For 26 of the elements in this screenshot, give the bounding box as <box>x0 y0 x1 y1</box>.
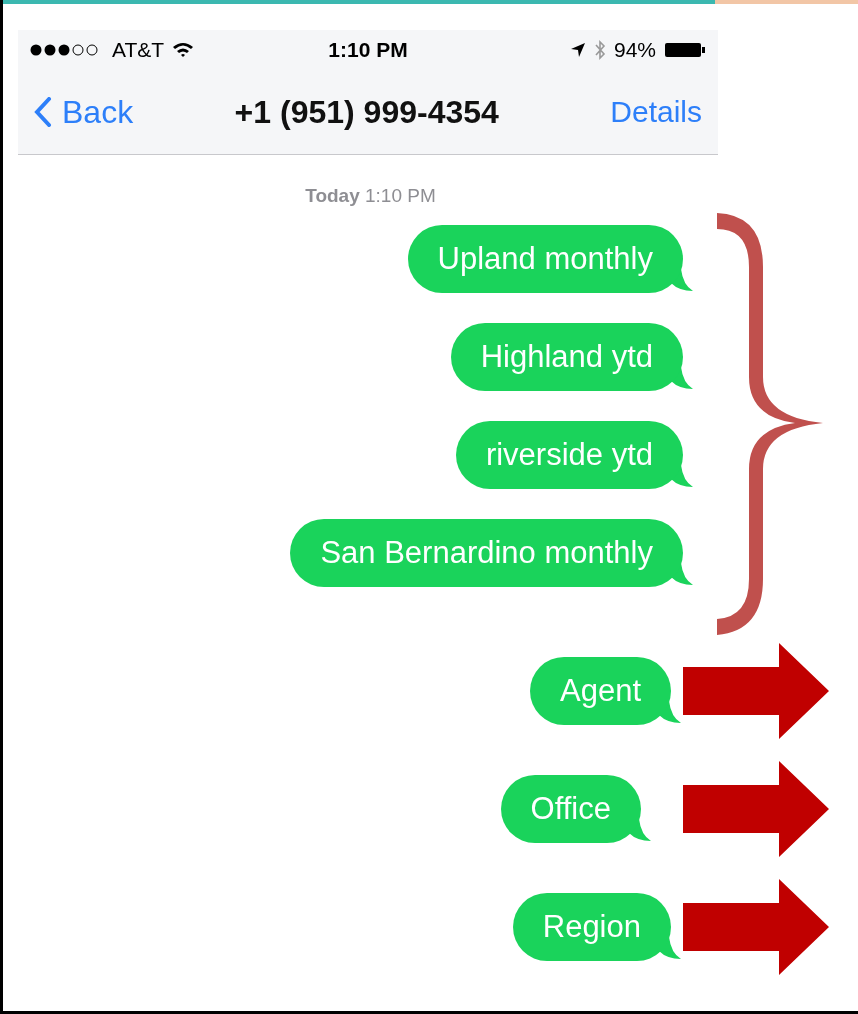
battery-icon <box>664 41 706 59</box>
bluetooth-icon <box>593 40 606 60</box>
message-bubble: Region <box>512 893 671 961</box>
message-bubble: Agent <box>530 657 671 725</box>
bubble-tail <box>629 819 653 843</box>
bubble-tail <box>671 563 695 587</box>
contact-number: +1 (951) 999-4354 <box>234 93 499 131</box>
message-bubble: Office <box>500 775 641 843</box>
location-arrow-icon <box>569 42 586 58</box>
message-bubble: San Bernardino monthly <box>290 519 683 587</box>
back-button[interactable]: Back <box>34 93 134 131</box>
battery-percent: 94% <box>613 38 656 62</box>
bubble-tail <box>671 269 695 293</box>
bubble-tail <box>659 937 683 961</box>
bubble-tail <box>659 701 683 725</box>
timestamp: Today 1:10 PM <box>305 185 436 207</box>
bubble-tail <box>671 367 695 391</box>
message-bubble: riverside ytd <box>455 421 683 489</box>
clock-time: 1:10 PM <box>328 38 408 62</box>
message-bubble: Highland ytd <box>450 323 683 391</box>
carrier-name: AT&T <box>112 38 165 62</box>
back-chevron-icon <box>34 97 52 127</box>
details-link[interactable]: Details <box>610 95 702 129</box>
message-bubble: Upland monthly <box>407 225 683 293</box>
bubble-tail <box>671 465 695 489</box>
wifi-icon <box>172 42 195 58</box>
